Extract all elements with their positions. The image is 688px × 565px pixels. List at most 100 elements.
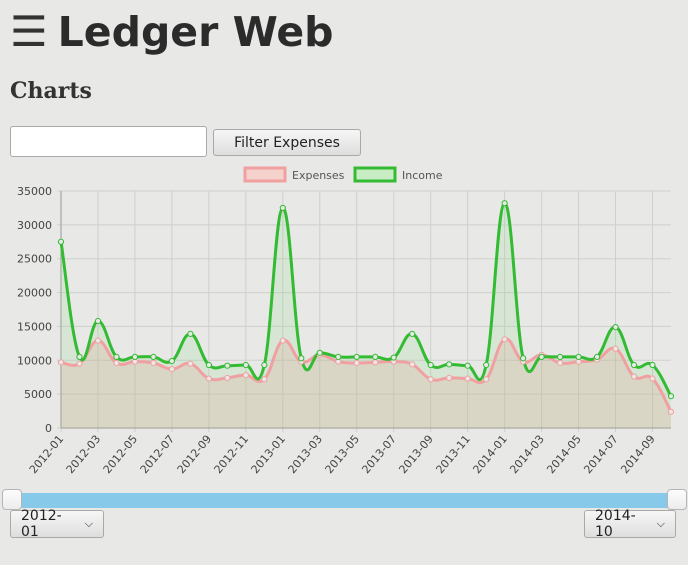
x-tick-label: 2014-07 xyxy=(581,433,621,477)
income-point xyxy=(538,353,545,360)
income-point xyxy=(464,362,471,369)
income-point xyxy=(242,361,249,369)
income-point xyxy=(316,349,323,356)
income-point xyxy=(483,361,490,369)
income-legend-label: Income xyxy=(402,169,443,182)
expenses-point xyxy=(94,337,102,344)
expenses-point xyxy=(150,359,157,367)
income-legend-swatch xyxy=(353,166,397,183)
range-end-value: 2014-10 xyxy=(595,508,636,540)
income-point xyxy=(520,355,527,362)
expenses-point xyxy=(261,376,268,383)
expenses-point xyxy=(242,372,249,379)
x-tick-label: 2013-03 xyxy=(286,433,326,477)
income-point xyxy=(224,362,231,369)
chevron-down-icon: ⌵ xyxy=(84,517,93,530)
expenses-legend-swatch xyxy=(243,166,287,183)
expenses-point xyxy=(57,359,65,366)
filter-expenses-input[interactable] xyxy=(10,126,207,157)
income-point xyxy=(205,361,212,369)
x-tick-label: 2013-01 xyxy=(249,433,289,477)
expenses-legend-label: Expenses xyxy=(292,169,345,182)
income-point xyxy=(630,361,638,369)
range-end-handle[interactable] xyxy=(667,489,687,510)
expenses-point xyxy=(427,376,434,383)
chart-legend: Expenses Income xyxy=(243,166,443,183)
expenses-point xyxy=(483,376,490,383)
income-point xyxy=(575,353,582,360)
income-point xyxy=(57,238,65,245)
y-tick-label: 25000 xyxy=(17,253,52,266)
income-point xyxy=(131,353,139,360)
expenses-point xyxy=(205,375,212,382)
range-end-select[interactable]: 2014-10 ⌵ xyxy=(584,508,676,540)
y-tick-label: 20000 xyxy=(17,287,52,300)
y-tick-label: 15000 xyxy=(17,320,52,333)
expenses-point xyxy=(464,375,471,382)
x-tick-label: 2013-05 xyxy=(323,433,363,477)
expenses-area xyxy=(61,338,671,428)
income-point xyxy=(279,204,286,212)
income-point xyxy=(150,353,157,360)
expenses-point xyxy=(409,361,416,368)
expenses-point xyxy=(612,345,619,352)
x-tick-label: 2014-09 xyxy=(618,433,658,477)
x-tick-label: 2012-01 xyxy=(27,433,67,477)
filter-expenses-button[interactable]: Filter Expenses xyxy=(213,129,361,156)
date-range-slider-track[interactable] xyxy=(12,493,678,508)
x-tick-label: 2014-05 xyxy=(544,433,584,477)
hamburger-icon[interactable]: ☰ xyxy=(10,11,48,53)
y-tick-label: 30000 xyxy=(17,219,52,232)
income-point xyxy=(353,353,360,360)
expenses-point xyxy=(168,365,176,373)
expenses-point xyxy=(353,359,360,367)
income-point xyxy=(298,355,305,362)
income-point xyxy=(187,330,194,337)
income-point xyxy=(113,353,120,360)
x-axis-ticks: 2012-012012-032012-052012-072012-092012-… xyxy=(27,433,658,477)
income-point xyxy=(556,353,564,360)
expenses-point xyxy=(446,374,453,381)
income-point xyxy=(335,353,342,360)
income-point xyxy=(593,353,601,360)
chevron-down-icon: ⌵ xyxy=(656,517,665,530)
range-start-handle[interactable] xyxy=(2,489,22,510)
x-tick-label: 2014-01 xyxy=(470,433,510,477)
income-point xyxy=(390,354,397,361)
x-tick-label: 2012-05 xyxy=(101,433,141,477)
range-start-select[interactable]: 2012-01 ⌵ xyxy=(10,508,104,540)
income-point xyxy=(612,324,619,331)
income-point xyxy=(427,361,434,369)
x-tick-label: 2012-11 xyxy=(212,433,252,477)
app-title: Ledger Web xyxy=(57,8,334,56)
expenses-point xyxy=(501,336,508,343)
x-tick-label: 2012-07 xyxy=(138,433,178,477)
expenses-point xyxy=(372,359,379,366)
x-tick-label: 2013-07 xyxy=(360,433,400,477)
expenses-point xyxy=(649,375,656,382)
expenses-point xyxy=(113,359,120,367)
income-point xyxy=(649,361,656,369)
page-title: Charts xyxy=(10,78,92,104)
x-tick-label: 2012-03 xyxy=(64,433,104,477)
income-point xyxy=(446,361,453,368)
income-point xyxy=(667,393,675,400)
income-point xyxy=(372,353,379,360)
expenses-point xyxy=(556,359,564,367)
income-point xyxy=(501,200,508,207)
expenses-point xyxy=(279,337,286,344)
expenses-point xyxy=(224,374,231,381)
x-tick-label: 2014-03 xyxy=(507,433,547,477)
y-axis-ticks: 0 5000 10000 15000 20000 25000 30000 35000 xyxy=(17,185,52,435)
x-tick-label: 2013-09 xyxy=(396,433,436,477)
income-point xyxy=(261,361,268,369)
income-expenses-chart: Expenses Income 0 5000 10000 15000 20000 25000… xyxy=(17,166,675,477)
income-point xyxy=(168,357,176,365)
app-header: ☰ Ledger Web xyxy=(10,8,334,56)
income-point xyxy=(76,353,83,360)
expenses-point xyxy=(187,360,194,367)
range-start-value: 2012-01 xyxy=(21,508,62,540)
income-point xyxy=(409,330,416,337)
chart-areas xyxy=(61,203,671,428)
x-tick-label: 2013-11 xyxy=(433,433,473,477)
